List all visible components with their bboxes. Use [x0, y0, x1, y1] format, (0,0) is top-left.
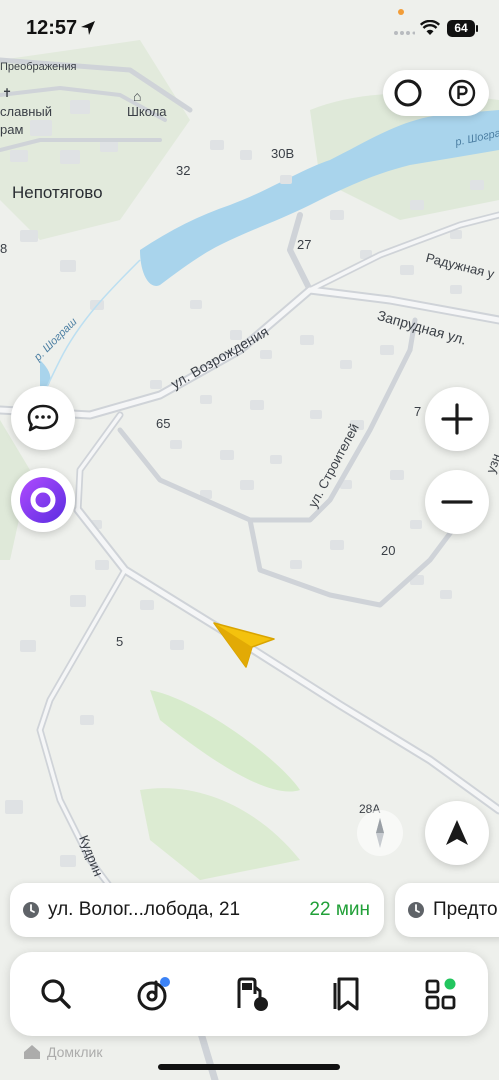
map-label-32: 32 [176, 163, 191, 178]
alice-voice-button[interactable] [11, 468, 75, 532]
plus-icon [441, 403, 473, 435]
parking-button[interactable] [443, 74, 481, 112]
map-label-school: Школа [127, 104, 167, 119]
minus-icon [441, 500, 473, 504]
battery-tip-icon [476, 25, 478, 32]
parking-icon [448, 79, 476, 107]
top-controls [383, 70, 489, 116]
recording-dot-icon [398, 9, 404, 15]
school-icon: ⌂ [133, 88, 142, 104]
music-icon [137, 977, 170, 1011]
chat-bubble-icon [27, 404, 59, 432]
route-address: ул. Волог...лобода, 21 [48, 899, 241, 920]
nav-services-button[interactable] [418, 970, 466, 1018]
route-card[interactable]: ул. Волог...лобода, 21 22 мин [10, 883, 384, 937]
battery-level: 64 [454, 21, 468, 35]
wifi-icon [420, 20, 440, 35]
search-icon [41, 979, 71, 1009]
map-label-slavny: славный [0, 104, 53, 119]
services-grid-icon [425, 978, 456, 1010]
traffic-icon [394, 79, 422, 107]
route-eta: 22 мин [309, 899, 370, 920]
nav-fuel-button[interactable] [228, 970, 276, 1018]
zoom-out-button[interactable] [425, 470, 489, 534]
compass-icon[interactable] [357, 810, 403, 856]
location-arrow-icon [81, 21, 95, 35]
home-indicator [158, 1064, 340, 1070]
church-icon: ✝ [2, 86, 13, 100]
navigation-arrow-icon [446, 820, 468, 845]
zoom-in-button[interactable] [425, 387, 489, 451]
status-time: 12:57 [26, 17, 78, 39]
map-label-65: 65 [156, 416, 171, 431]
clock-icon [23, 902, 39, 918]
route-card-2[interactable]: Предто [395, 883, 499, 937]
map-label-20: 20 [381, 543, 396, 558]
nav-music-button[interactable] [130, 970, 178, 1018]
follow-location-button[interactable] [425, 801, 489, 865]
watermark: Домклик [22, 1043, 102, 1061]
route-address-2: Предто [433, 899, 498, 920]
map-label-edge-8: 8 [0, 241, 8, 256]
map-label-preobrazhenia: Преображения [0, 61, 77, 73]
map-label-30v: 30В [271, 146, 295, 161]
map-label-7: 7 [414, 404, 422, 419]
alice-icon [20, 477, 66, 523]
battery-icon: 64 [447, 20, 475, 37]
watermark-text: Домклик [47, 1044, 103, 1060]
house-icon [24, 1045, 40, 1059]
chat-button[interactable] [11, 386, 75, 450]
map-label-village: Непотягово [12, 183, 103, 202]
nav-bookmarks-button[interactable] [324, 970, 372, 1018]
status-bar: 12:57 64 [0, 0, 499, 58]
current-location-arrow-icon [213, 622, 275, 668]
bookmark-icon [333, 977, 359, 1011]
traffic-button[interactable] [389, 74, 427, 112]
signal-icon [394, 31, 415, 35]
bottom-nav-bar [10, 952, 488, 1036]
map-label-5: 5 [116, 634, 124, 649]
clock-icon-2 [408, 902, 424, 918]
fuel-icon [237, 977, 268, 1011]
nav-search-button[interactable] [32, 970, 80, 1018]
map-label-ram: рам [0, 122, 24, 137]
map-label-27: 27 [297, 237, 312, 252]
